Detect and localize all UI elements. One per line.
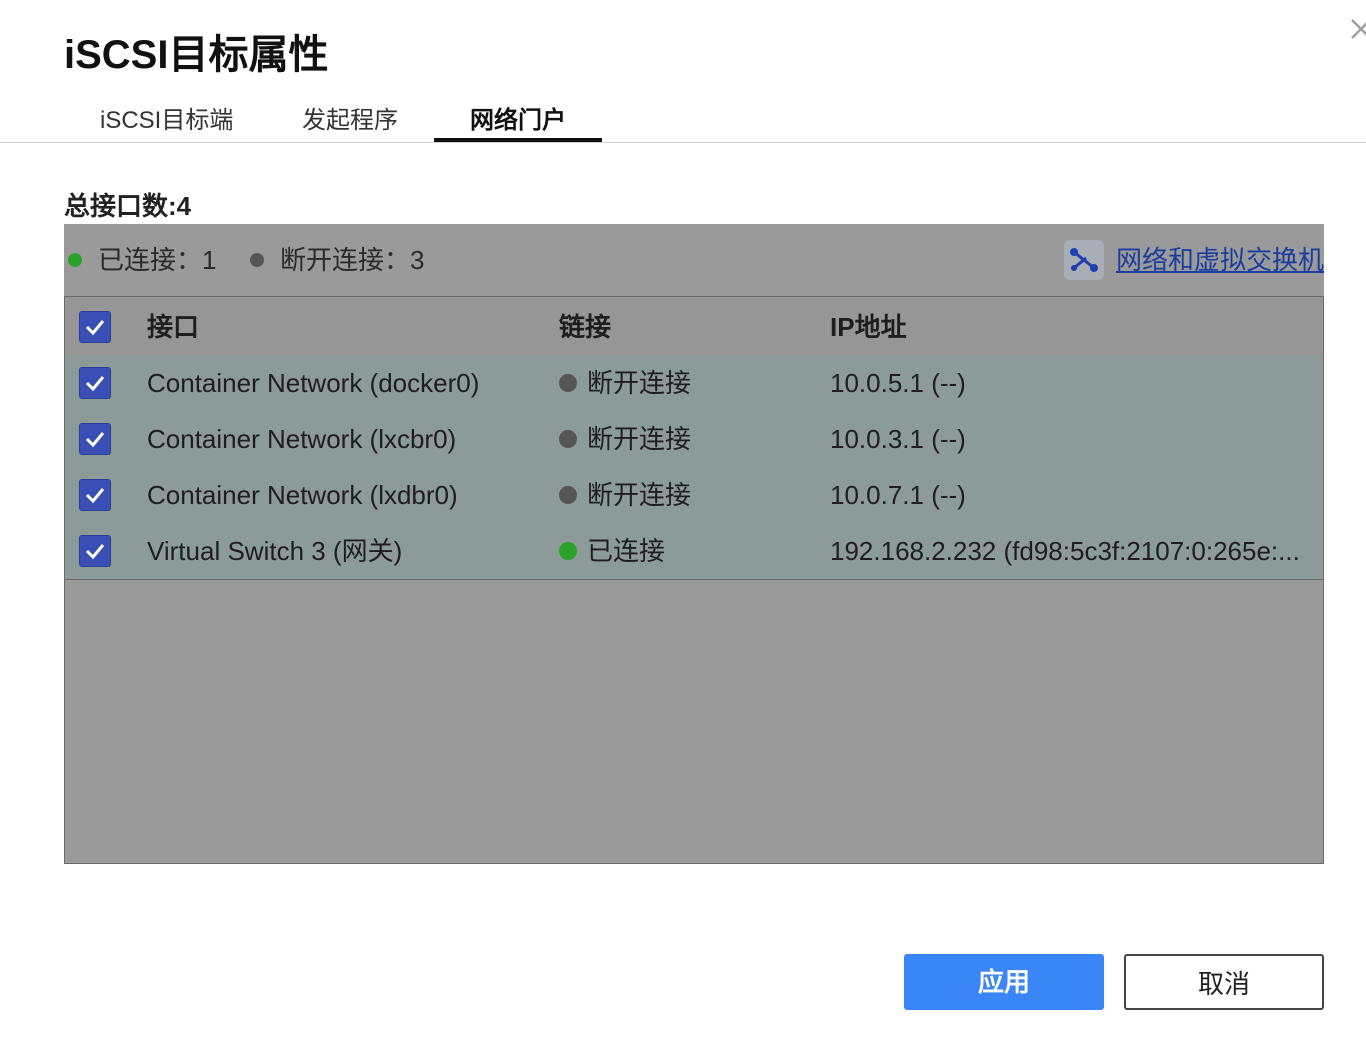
link-status: 断开连接 (559, 467, 819, 523)
ip-address: 10.0.5.1 (--) (830, 368, 966, 398)
link-status-label: 已连接 (587, 536, 666, 566)
table-row[interactable]: Container Network (lxdbr0) 断开连接 10.0.7.1… (65, 467, 1323, 523)
link-status-label: 断开连接 (587, 424, 692, 454)
ip-address: 10.0.7.1 (--) (830, 480, 966, 510)
status-summary-bar: 已连接：1 断开连接：3 网络和虚拟交换机 (64, 224, 1324, 296)
table-row[interactable]: Container Network (lxcbr0) 断开连接 10.0.3.1… (65, 411, 1323, 467)
status-dot-icon (559, 430, 577, 449)
row-checkbox[interactable] (79, 535, 111, 567)
column-header-ip[interactable]: IP地址 (830, 297, 907, 355)
link-status-label: 断开连接 (587, 480, 692, 510)
connected-count: 已连接：1 (68, 244, 216, 276)
status-dot-icon (559, 374, 577, 393)
dialog-title: iSCSI目标属性 (64, 33, 329, 77)
link-status: 断开连接 (559, 355, 819, 411)
total-interfaces-label: 总接口数:4 (64, 191, 192, 221)
interface-table: 接口 链接 IP地址 Container Network (docker0) 断… (64, 296, 1324, 864)
ip-address: 10.0.3.1 (--) (830, 424, 966, 454)
tab-network-portal[interactable]: 网络门户 (434, 100, 602, 142)
link-status-label: 断开连接 (587, 368, 692, 398)
interface-name: Container Network (lxdbr0) (147, 480, 458, 510)
link-status: 已连接 (559, 523, 819, 579)
row-checkbox[interactable] (79, 423, 111, 455)
apply-button[interactable]: 应用 (904, 954, 1104, 1010)
status-dot-icon (559, 486, 577, 505)
close-icon[interactable] (1348, 12, 1366, 44)
table-header: 接口 链接 IP地址 (65, 297, 1323, 355)
ip-address: 192.168.2.232 (fd98:5c3f:2107:0:265e:... (830, 536, 1300, 566)
connected-dot-icon (68, 253, 82, 268)
status-dot-icon (559, 542, 577, 561)
tab-initiator[interactable]: 发起程序 (302, 100, 398, 140)
table-row[interactable]: Virtual Switch 3 (网关) 已连接 192.168.2.232 … (65, 523, 1323, 579)
network-virtual-switch-link[interactable]: 网络和虚拟交换机 (1116, 242, 1324, 278)
cancel-button[interactable]: 取消 (1124, 954, 1324, 1010)
tab-bar: iSCSI目标端 发起程序 网络门户 (0, 100, 1366, 143)
disconnected-dot-icon (250, 253, 264, 268)
network-switch-icon[interactable] (1064, 240, 1104, 280)
interface-name: Container Network (lxcbr0) (147, 424, 457, 454)
link-status: 断开连接 (559, 411, 819, 467)
tab-iscsi-target[interactable]: iSCSI目标端 (100, 100, 233, 140)
table-row[interactable]: Container Network (docker0) 断开连接 10.0.5.… (65, 355, 1323, 411)
table-body: Container Network (docker0) 断开连接 10.0.5.… (65, 355, 1323, 580)
column-header-interface[interactable]: 接口 (147, 297, 199, 355)
column-header-link[interactable]: 链接 (559, 297, 611, 355)
interface-name: Container Network (docker0) (147, 368, 480, 398)
network-portal-panel: 已连接：1 断开连接：3 网络和虚拟交换机 接口 链接 IP地址 Contain… (64, 224, 1324, 864)
disconnected-count-label: 断开连接：3 (280, 245, 425, 275)
select-all-checkbox[interactable] (79, 311, 111, 343)
row-checkbox[interactable] (79, 367, 111, 399)
disconnected-count: 断开连接：3 (250, 244, 424, 276)
interface-name: Virtual Switch 3 (网关) (147, 536, 403, 566)
connected-count-label: 已连接：1 (98, 245, 217, 275)
row-checkbox[interactable] (79, 479, 111, 511)
